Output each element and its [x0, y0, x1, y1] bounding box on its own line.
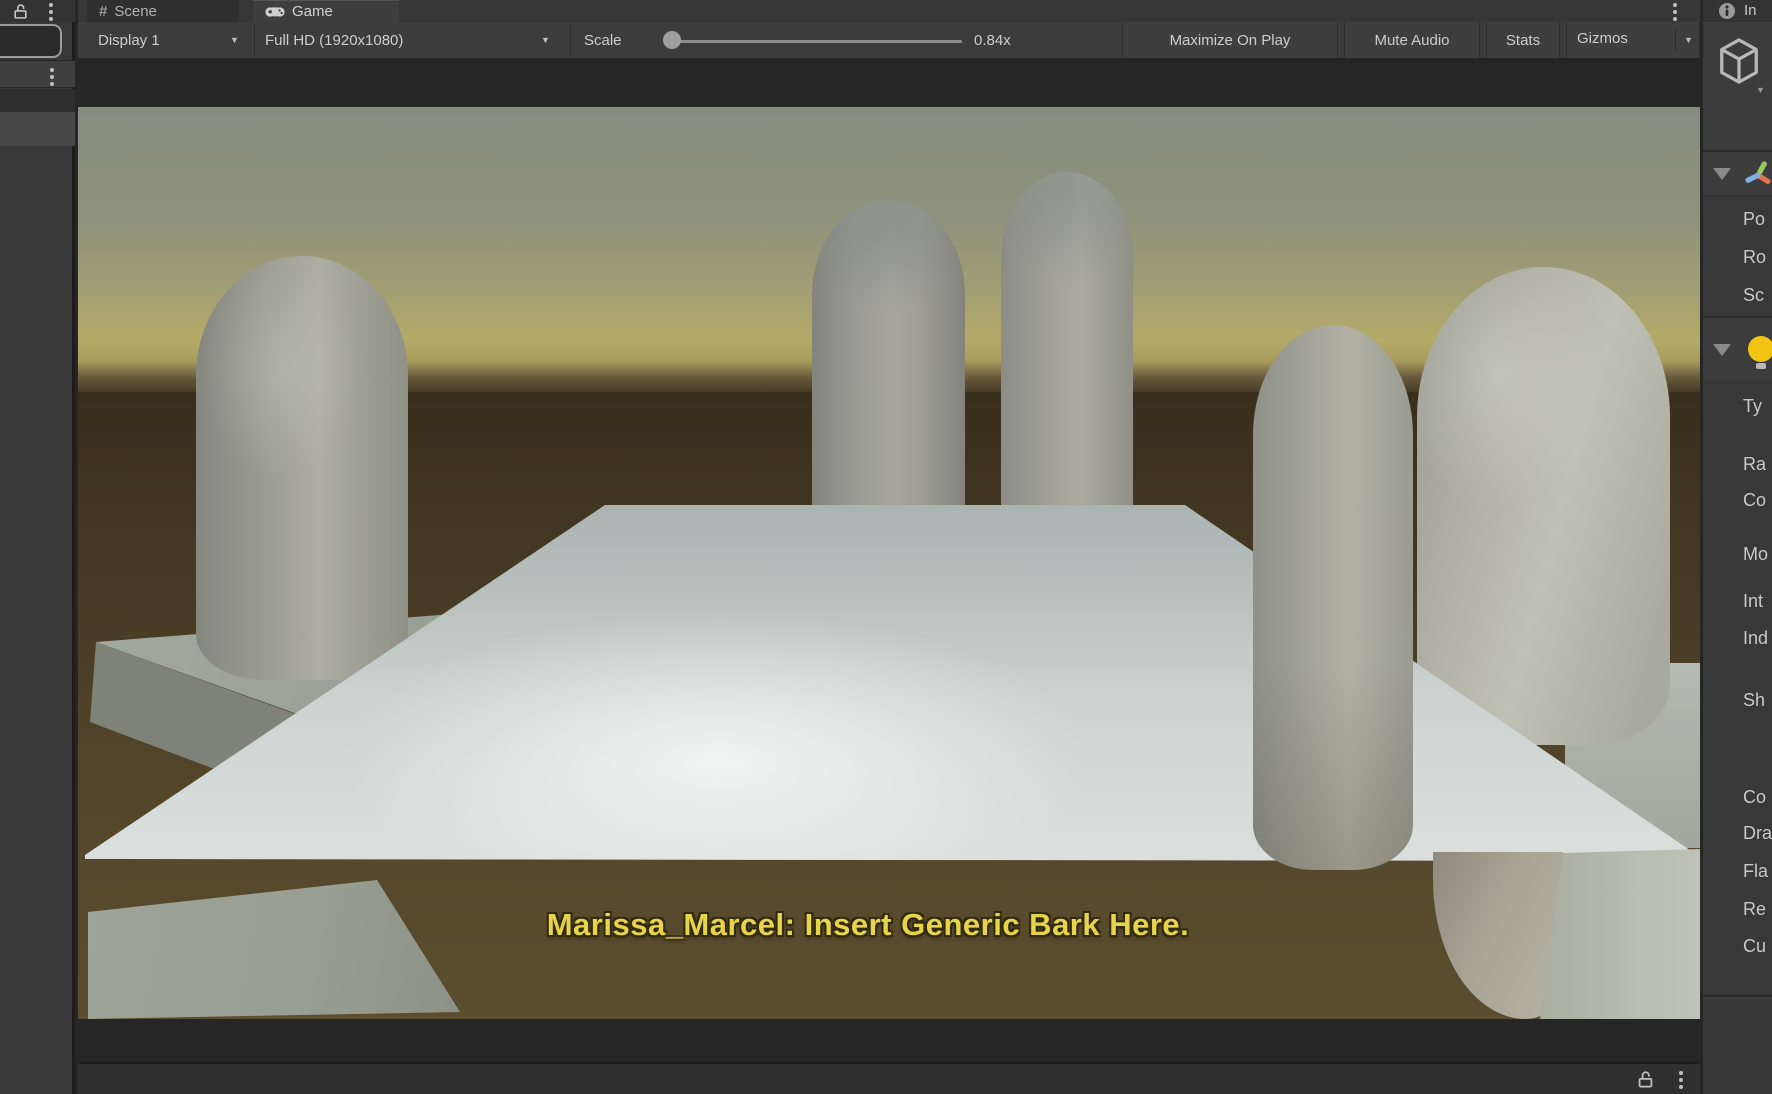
light-row-range: Ra [1743, 454, 1766, 475]
list-row[interactable] [0, 89, 75, 112]
foldout-triangle-icon[interactable] [1713, 344, 1731, 356]
gamepad-icon [265, 5, 285, 18]
kebab-menu-icon[interactable] [49, 3, 53, 7]
light-row-indirect: Ind [1743, 628, 1768, 649]
game-toolbar: Display 1 ▼ Full HD (1920x1080) ▼ Scale … [78, 22, 1700, 60]
bottom-panel-header [78, 1062, 1700, 1094]
light-row-draw-halo: Dra [1743, 823, 1772, 844]
gizmos-label: Gizmos [1577, 30, 1628, 47]
kebab-menu-icon[interactable] [50, 68, 54, 72]
chevron-down-icon[interactable]: ▼ [1756, 86, 1765, 95]
stats-button[interactable]: Stats [1486, 22, 1560, 58]
display-dropdown-label: Display 1 [98, 32, 160, 49]
list-row-selected[interactable] [0, 112, 75, 146]
divider [1675, 28, 1676, 52]
tab-scene[interactable]: # Scene [87, 0, 239, 22]
light-bulb-icon [1748, 336, 1772, 362]
left-panel-tab[interactable] [0, 24, 62, 58]
transform-tool-icon [1743, 158, 1772, 190]
light-rows: Ty Ra Co Mo Int Ind Sh Co Dra Fla Re Cu [1703, 380, 1772, 997]
bench-right-front-face [1540, 849, 1700, 1019]
light-row-cookie: Co [1743, 787, 1766, 808]
left-panel-header [0, 60, 75, 88]
lock-open-icon[interactable] [12, 3, 29, 20]
resolution-dropdown[interactable]: Full HD (1920x1080) ▼ [255, 22, 570, 58]
scale-label-item: Scale [584, 22, 664, 58]
game-panel: # Scene Game Display 1 ▼ [78, 0, 1700, 1094]
scale-slider-handle[interactable] [663, 31, 681, 49]
chevron-down-icon: ▼ [541, 36, 550, 45]
light-row-render-mode: Re [1743, 899, 1766, 920]
left-panel-strip [0, 0, 75, 1094]
capsule-character-middle-right [1001, 172, 1133, 505]
scene-grid-icon: # [99, 3, 107, 20]
gizmos-dropdown[interactable]: Gizmos ▼ [1566, 22, 1700, 58]
scale-slider-track[interactable] [674, 40, 962, 43]
light-row-type: Ty [1743, 396, 1762, 417]
light-row-intensity: Int [1743, 591, 1763, 612]
cube-icon[interactable] [1716, 36, 1762, 86]
mute-audio-label: Mute Audio [1374, 32, 1449, 49]
light-bulb-base [1756, 363, 1766, 369]
chevron-down-icon: ▼ [1684, 36, 1693, 45]
mute-audio-button[interactable]: Mute Audio [1344, 22, 1480, 58]
left-panel-topbar [0, 0, 75, 22]
scale-label: Scale [584, 32, 622, 49]
transform-row-position: Po [1743, 209, 1765, 230]
maximize-on-play-label: Maximize On Play [1170, 32, 1291, 49]
light-row-mode: Mo [1743, 544, 1768, 565]
capsule-character-right [1253, 325, 1413, 870]
transform-row-rotation: Ro [1743, 247, 1766, 268]
scale-value: 0.84x [974, 32, 1011, 49]
capsule-character-far-right [1417, 267, 1670, 745]
scale-value-item: 0.84x [974, 22, 1044, 58]
tab-bar: # Scene Game [78, 0, 1700, 22]
lock-open-icon[interactable] [1636, 1070, 1655, 1089]
light-row-shadow: Sh [1743, 690, 1765, 711]
resolution-dropdown-label: Full HD (1920x1080) [265, 32, 403, 49]
tab-scene-label: Scene [114, 3, 157, 20]
inspector-footer [1703, 999, 1772, 1094]
chevron-down-icon: ▼ [230, 36, 239, 45]
kebab-menu-icon[interactable] [1679, 1071, 1683, 1075]
capsule-character-left [196, 256, 408, 680]
inspector-panel-strip: In ▼ Po Ro Sc Ty Ra Co [1703, 0, 1772, 1094]
kebab-menu-icon[interactable] [1673, 3, 1677, 7]
stats-label: Stats [1506, 32, 1540, 49]
transform-component-header[interactable] [1703, 150, 1772, 196]
transform-row-scale: Sc [1743, 285, 1764, 306]
tab-inspector[interactable]: In [1703, 0, 1772, 22]
tab-game-label: Game [292, 3, 333, 20]
light-row-color: Co [1743, 490, 1766, 511]
light-row-culling-mask: Cu [1743, 936, 1766, 957]
tab-game[interactable]: Game [253, 0, 399, 22]
unity-editor-window: # Scene Game Display 1 ▼ [0, 0, 1772, 1094]
display-dropdown[interactable]: Display 1 ▼ [86, 22, 254, 58]
capsule-character-middle-left [812, 200, 965, 505]
dialogue-subtitle: Marissa_Marcel: Insert Generic Bark Here… [547, 907, 1190, 943]
light-row-flare: Fla [1743, 861, 1768, 882]
info-icon [1718, 2, 1736, 20]
foldout-triangle-icon[interactable] [1713, 168, 1731, 180]
game-render-viewport[interactable]: Marissa_Marcel: Insert Generic Bark Here… [78, 107, 1700, 1019]
light-component-header[interactable] [1703, 316, 1772, 380]
inspector-tab-label: In [1744, 2, 1757, 19]
maximize-on-play-button[interactable]: Maximize On Play [1122, 22, 1338, 58]
divider [570, 24, 571, 56]
transform-rows: Po Ro Sc [1703, 196, 1772, 316]
